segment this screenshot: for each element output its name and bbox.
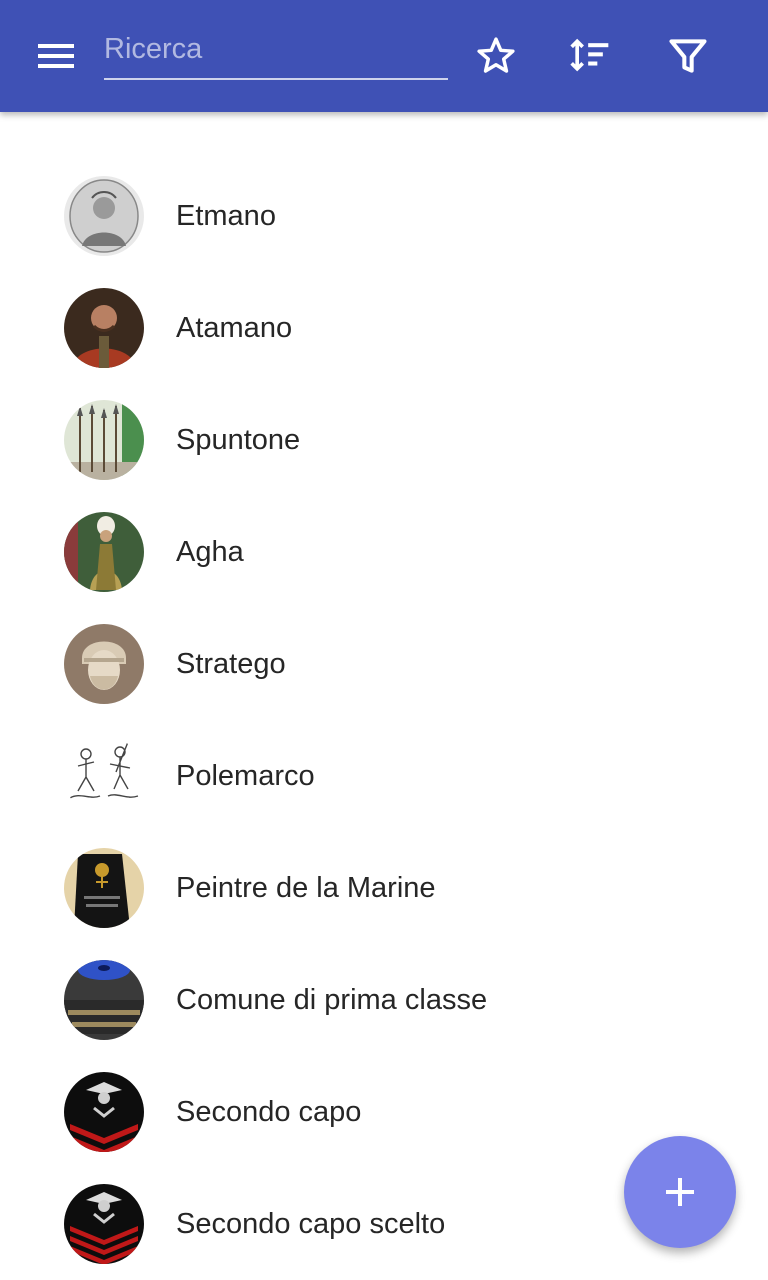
list-item[interactable]: Stratego [0, 608, 768, 720]
engraved-portrait-image [64, 176, 144, 256]
item-label: Secondo capo scelto [176, 1208, 446, 1240]
petty-officer-first-class-insignia-image [64, 1184, 144, 1264]
hamburger-menu-icon[interactable] [36, 42, 76, 72]
list-item[interactable]: Etmano [0, 160, 768, 272]
shoulder-board-image [64, 848, 144, 928]
warriors-sketch-image [64, 736, 144, 816]
list-item[interactable]: Spuntone [0, 384, 768, 496]
add-button[interactable] [624, 1136, 736, 1248]
search-input[interactable] [104, 28, 448, 80]
list-item[interactable]: Polemarco [0, 720, 768, 832]
plus-icon [666, 1178, 694, 1206]
petty-officer-insignia-image [64, 1072, 144, 1152]
item-label: Secondo capo [176, 1096, 362, 1128]
search-field [104, 28, 448, 82]
item-label: Etmano [176, 200, 276, 232]
list-item[interactable]: Comune di prima classe [0, 944, 768, 1056]
greek-bust-image [64, 624, 144, 704]
painted-portrait-image [64, 288, 144, 368]
item-label: Agha [176, 536, 244, 568]
item-label: Peintre de la Marine [176, 872, 436, 904]
item-label: Stratego [176, 648, 286, 680]
list-item[interactable]: Agha [0, 496, 768, 608]
royal-navy-cap-image [64, 960, 144, 1040]
polearms-image [64, 400, 144, 480]
list-item[interactable]: Atamano [0, 272, 768, 384]
item-label: Spuntone [176, 424, 301, 456]
item-label: Atamano [176, 312, 293, 344]
star-outline-icon[interactable] [474, 34, 518, 78]
list-item[interactable]: Peintre de la Marine [0, 832, 768, 944]
ottoman-figure-image [64, 512, 144, 592]
sort-icon[interactable] [568, 34, 612, 78]
filter-icon[interactable] [666, 34, 710, 78]
item-label: Comune di prima classe [176, 984, 488, 1016]
item-label: Polemarco [176, 760, 315, 792]
app-bar [0, 0, 768, 112]
